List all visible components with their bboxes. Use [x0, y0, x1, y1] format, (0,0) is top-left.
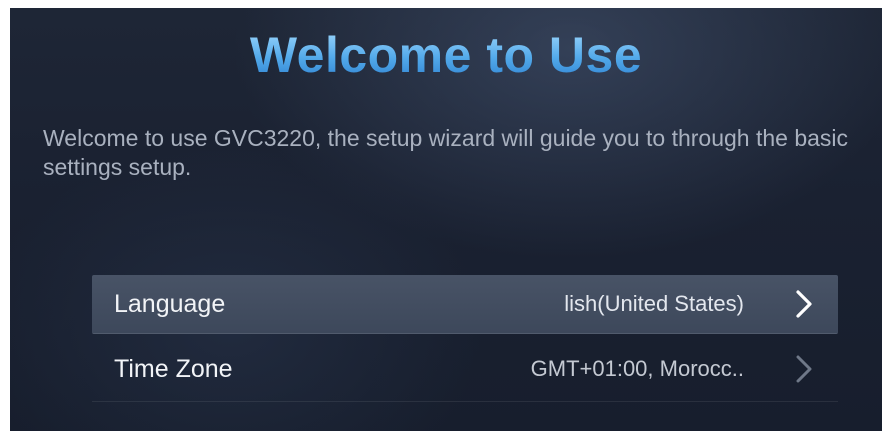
chevron-right-icon	[788, 289, 818, 319]
language-label: Language	[114, 289, 226, 318]
time-zone-label: Time Zone	[114, 354, 233, 383]
time-zone-value: GMT+01:00, Morocc..	[530, 356, 744, 381]
setup-wizard-screen: Welcome to Use Welcome to use GVC3220, t…	[10, 8, 882, 431]
time-zone-setting-row[interactable]: Time Zone GMT+01:00, Morocc..	[92, 337, 838, 402]
chevron-right-icon	[788, 354, 818, 384]
language-setting-row[interactable]: Language lish(United States)	[92, 275, 838, 334]
page-title: Welcome to Use	[10, 26, 882, 84]
settings-list: Language lish(United States) Time Zone G…	[92, 275, 838, 402]
welcome-description: Welcome to use GVC3220, the setup wizard…	[43, 125, 849, 180]
language-value: lish(United States)	[564, 291, 744, 316]
